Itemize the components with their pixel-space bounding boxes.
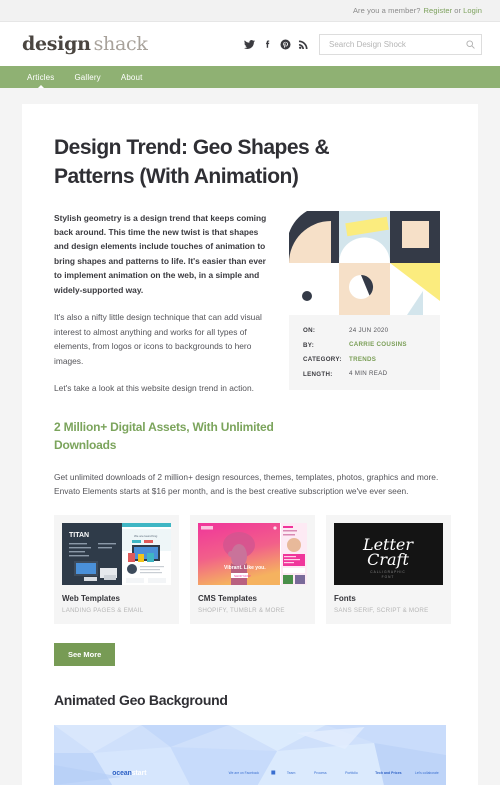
preview-brand-first: ocean xyxy=(112,770,132,777)
register-link[interactable]: Register xyxy=(424,6,453,15)
search-input[interactable] xyxy=(329,39,466,49)
meta-value-author[interactable]: CARRIE COUSINS xyxy=(349,341,407,349)
article-aside: ON: 24 JUN 2020 BY: CARRIE COUSINS CATEG… xyxy=(289,210,440,409)
or-separator: or xyxy=(454,6,462,15)
masthead-right xyxy=(244,33,482,55)
body-paragraph-3: Let's take a look at this website design… xyxy=(54,383,254,394)
site-preview[interactable]: oceanstart We are on Facebook Team Proce… xyxy=(54,725,446,785)
promo-card-name: CMS Templates xyxy=(198,594,257,604)
cms-templates-thumbnail: Vibrant. Like you. SHOP NOW xyxy=(198,523,307,586)
promo-card-sub: SHOPIFY, TUMBLR & MORE xyxy=(198,607,285,615)
article-intro: Stylish geometry is a design trend that … xyxy=(54,210,446,409)
pinterest-icon[interactable] xyxy=(280,38,291,50)
lead-paragraph: Stylish geometry is a design trend that … xyxy=(54,212,267,295)
meta-key: BY: xyxy=(303,341,315,349)
see-more-button[interactable]: See More xyxy=(54,643,116,667)
preview-link-portfolio: Portfolio xyxy=(345,771,358,775)
meta-key: LENGTH: xyxy=(303,370,333,378)
promo-card-fonts[interactable]: Letter Craft CALLIGRAPHIC FONT Fonts SAN… xyxy=(326,515,451,625)
intro-text-column: Stylish geometry is a design trend that … xyxy=(54,211,267,409)
facebook-icon[interactable] xyxy=(262,39,273,50)
preview-link-tech-and-prices: Tech and Prices xyxy=(375,771,401,775)
svg-text:SHOP NOW: SHOP NOW xyxy=(234,574,251,578)
logo-secondary: shack xyxy=(93,33,148,55)
promo-card-name: Fonts xyxy=(334,594,356,604)
page-title: Design Trend: Geo Shapes & Patterns (Wit… xyxy=(54,136,330,188)
svg-text:oceanstart: oceanstart xyxy=(112,770,147,777)
svg-text:We are launching: We are launching xyxy=(134,534,158,538)
svg-text:Craft: Craft xyxy=(367,550,409,569)
promo-card-sub: LANDING PAGES & EMAIL xyxy=(62,607,144,615)
page-wrap: Design Trend: Geo Shapes & Patterns (Wit… xyxy=(0,88,500,785)
body-paragraph-2: It's also a nifty little design techniqu… xyxy=(54,312,262,366)
login-link[interactable]: Login xyxy=(463,6,482,15)
meta-key: ON: xyxy=(303,327,316,335)
fonts-thumbnail: Letter Craft CALLIGRAPHIC FONT xyxy=(334,523,443,586)
membership-question: Are you a member? xyxy=(352,6,421,15)
svg-text:FONT: FONT xyxy=(382,575,395,579)
twitter-icon[interactable] xyxy=(244,39,255,50)
nav-item-gallery[interactable]: Gallery xyxy=(74,73,100,82)
preview-link-collaborate: Let's collaborate xyxy=(415,771,439,775)
meta-value-date: 24 JUN 2020 xyxy=(349,326,389,334)
meta-row-by: BY: CARRIE COUSINS xyxy=(303,341,440,349)
promo-title: 2 Million+ Digital Assets, With Unlimite… xyxy=(54,419,274,452)
svg-text:TITAN: TITAN xyxy=(69,532,89,539)
section-heading: Animated Geo Background xyxy=(54,692,228,709)
promo-card-name: Web Templates xyxy=(62,594,120,604)
rss-icon[interactable] xyxy=(298,39,309,50)
geo-hero-graphic xyxy=(289,210,440,315)
article-card: Design Trend: Geo Shapes & Patterns (Wit… xyxy=(22,104,478,785)
promo-card-cms-templates[interactable]: Vibrant. Like you. SHOP NOW CMS Template… xyxy=(190,515,315,625)
svg-text:CALLIGRAPHIC: CALLIGRAPHIC xyxy=(370,570,405,574)
promo-cards: TITAN We are launching Web Templates LAN… xyxy=(54,515,451,625)
search-box[interactable] xyxy=(319,33,482,55)
promo-section: 2 Million+ Digital Assets, With Unlimite… xyxy=(54,418,451,667)
article-meta: ON: 24 JUN 2020 BY: CARRIE COUSINS CATEG… xyxy=(289,314,440,390)
meta-row-on: ON: 24 JUN 2020 xyxy=(303,327,440,335)
nav-item-about[interactable]: About xyxy=(121,73,143,82)
web-templates-thumbnail: TITAN We are launching xyxy=(62,523,171,586)
site-logo[interactable]: design shack xyxy=(22,33,148,55)
meta-value-length: 4 MIN READ xyxy=(349,370,388,378)
svg-text:Vibrant. Like you.: Vibrant. Like you. xyxy=(224,565,266,571)
meta-row-category: CATEGORY: TRENDS xyxy=(303,356,440,364)
logo-primary: design xyxy=(22,33,91,55)
social-links xyxy=(244,38,309,50)
meta-key: CATEGORY: xyxy=(303,356,342,364)
masthead: design shack xyxy=(0,22,500,66)
promo-card-sub: SANS SERIF, SCRIPT & MORE xyxy=(334,607,429,615)
search-icon[interactable] xyxy=(466,39,475,49)
meta-value-category[interactable]: TRENDS xyxy=(349,356,376,364)
preview-brand-second: start xyxy=(132,770,147,777)
meta-row-length: LENGTH: 4 MIN READ xyxy=(303,370,440,378)
promo-card-web-templates[interactable]: TITAN We are launching Web Templates LAN… xyxy=(54,515,179,625)
nav-item-articles[interactable]: Articles xyxy=(27,73,54,88)
preview-link-facebook: We are on Facebook xyxy=(229,771,260,775)
preview-link-team: Team xyxy=(287,771,296,775)
primary-nav: Articles Gallery About xyxy=(0,66,500,88)
promo-body: Get unlimited downloads of 2 million+ de… xyxy=(54,471,439,496)
preview-link-process: Process xyxy=(314,771,327,775)
utility-bar: Are you a member? Register or Login xyxy=(0,0,500,22)
